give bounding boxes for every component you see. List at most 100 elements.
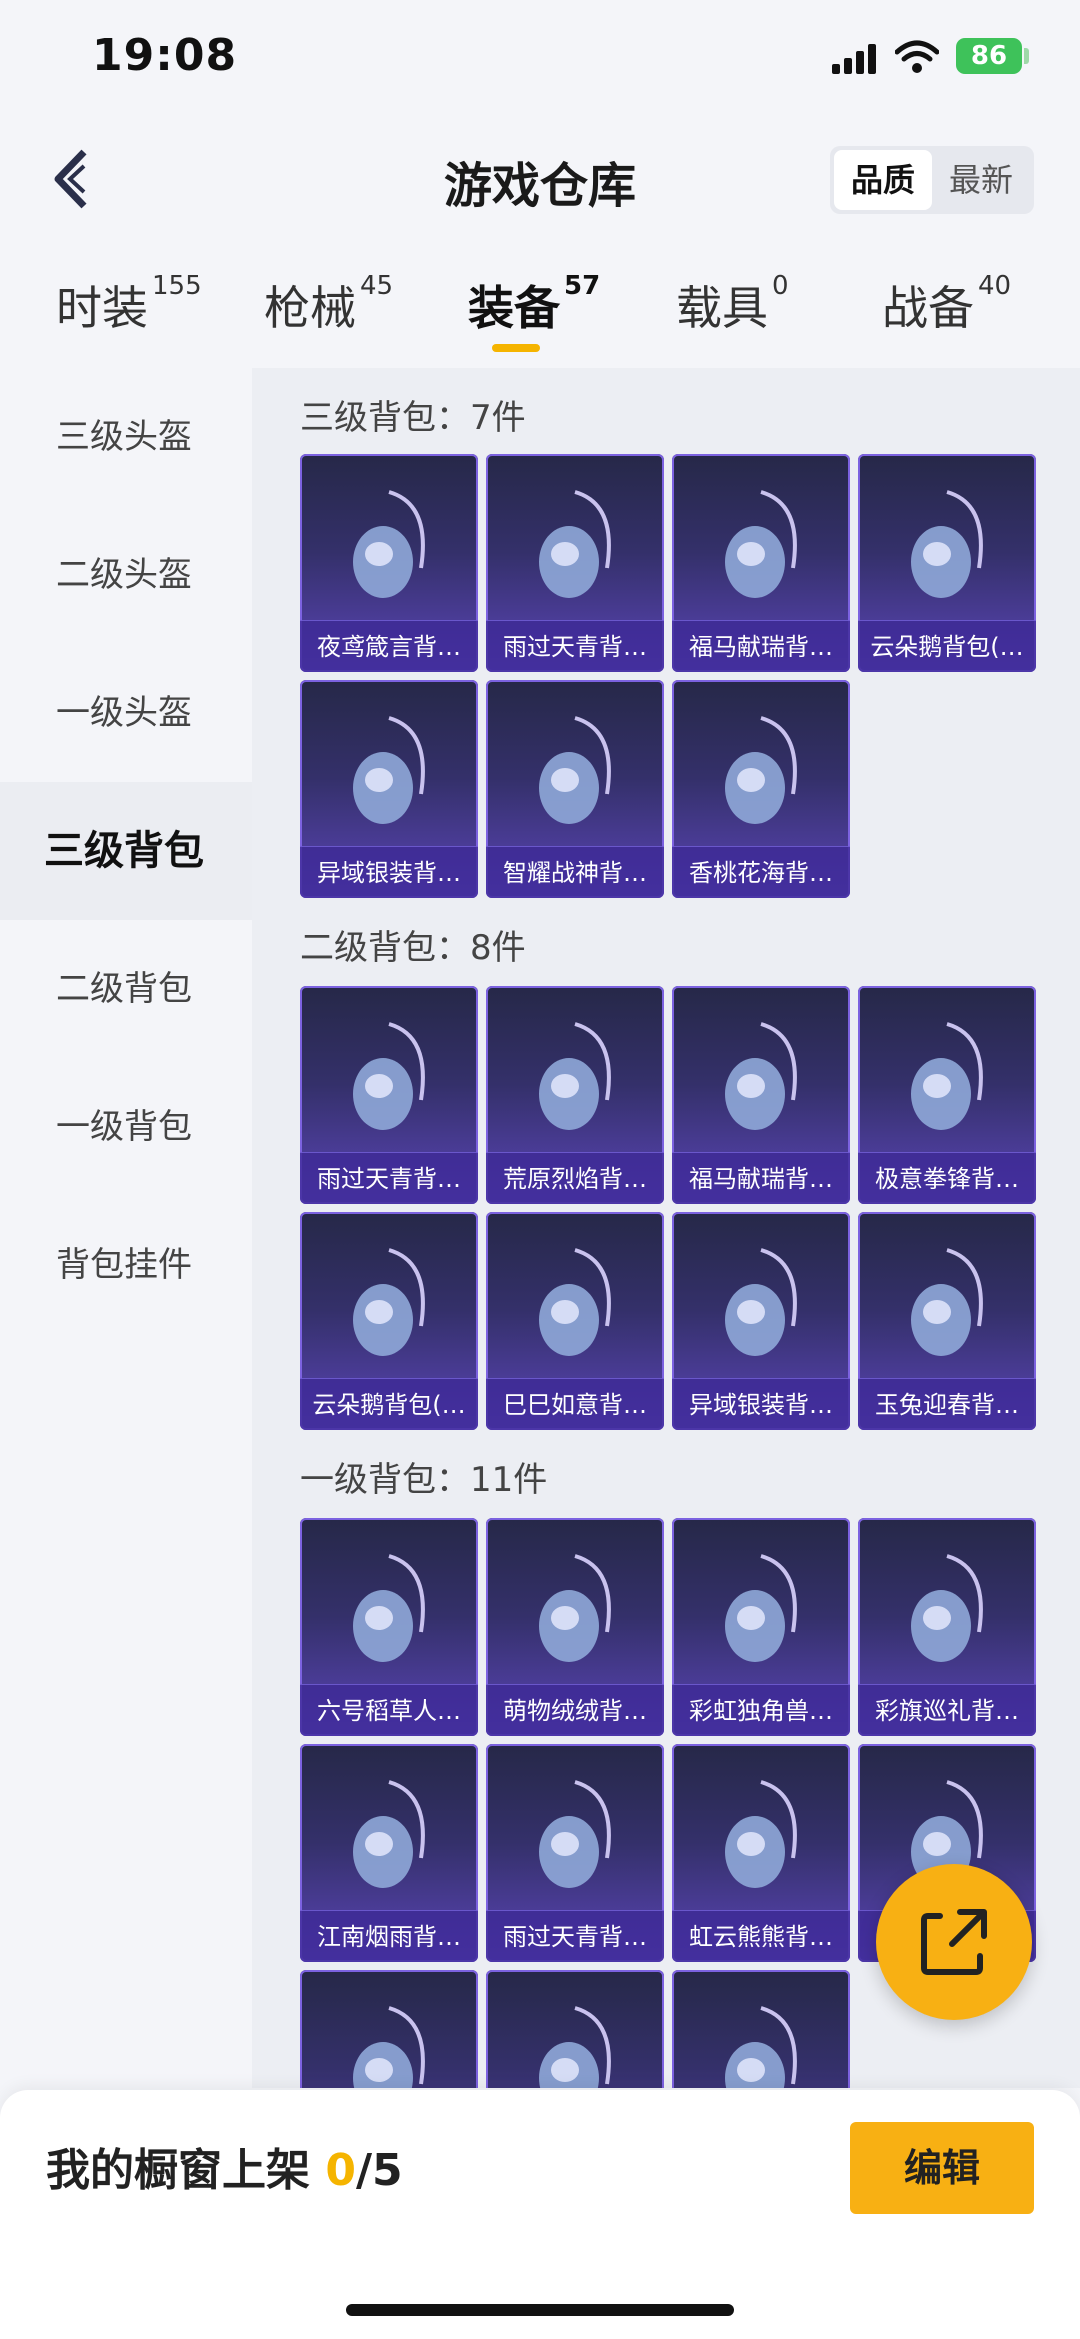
backpack-icon xyxy=(711,1016,811,1146)
tab-count: 40 xyxy=(978,270,1012,301)
backpack-icon xyxy=(339,2000,439,2088)
tab-gear[interactable]: 战备 40 xyxy=(882,270,1012,352)
backpack-icon xyxy=(525,484,625,614)
backpack-icon xyxy=(525,1242,625,1372)
backpack-icon xyxy=(897,1548,997,1678)
item-card[interactable]: 巳巳如意背… xyxy=(486,1212,664,1430)
item-card[interactable]: 彩旗巡礼背… xyxy=(858,1518,1036,1736)
tab-count: 45 xyxy=(360,270,394,301)
item-name: 彩旗巡礼背… xyxy=(858,1684,1036,1736)
tab-vehicles[interactable]: 载具 0 xyxy=(676,270,789,352)
bottom-bar: 我的橱窗上架 0/5 编辑 xyxy=(0,2090,1080,2339)
item-card[interactable]: 雨过天青背… xyxy=(300,986,478,1204)
backpack-icon xyxy=(339,710,439,840)
item-name: 福马献瑞背… xyxy=(672,620,850,672)
item-card[interactable] xyxy=(672,1970,850,2088)
item-name: 福马献瑞背… xyxy=(672,1152,850,1204)
tab-equipment[interactable]: 装备 57 xyxy=(468,270,601,352)
backpack-icon xyxy=(711,2000,811,2088)
backpack-icon xyxy=(711,484,811,614)
status-time: 19:08 xyxy=(92,30,238,81)
backpack-icon xyxy=(897,1016,997,1146)
item-name: 荒原烈焰背… xyxy=(486,1152,664,1204)
shelf-prefix: 我的橱窗上架 xyxy=(46,2145,326,2196)
backpack-icon xyxy=(339,1242,439,1372)
sidebar-item-level2-helmet[interactable]: 二级头盔 xyxy=(0,506,252,644)
item-card[interactable]: 玉兔迎春背… xyxy=(858,1212,1036,1430)
tab-label: 时装 xyxy=(56,281,148,335)
item-name: 雨过天青背… xyxy=(486,620,664,672)
backpack-icon xyxy=(525,710,625,840)
sidebar-item-level2-backpack[interactable]: 二级背包 xyxy=(0,920,252,1058)
tab-label: 战备 xyxy=(882,281,974,335)
item-card[interactable]: 异域银装背… xyxy=(672,1212,850,1430)
item-card[interactable]: 智耀战神背… xyxy=(486,680,664,898)
item-card[interactable]: 虹云熊熊背… xyxy=(672,1744,850,1962)
home-indicator xyxy=(346,2304,734,2316)
item-name: 江南烟雨背… xyxy=(300,1910,478,1962)
sort-newest-option[interactable]: 最新 xyxy=(932,150,1030,210)
item-card[interactable]: 云朵鹅背包(… xyxy=(300,1212,478,1430)
sort-toggle: 品质 最新 xyxy=(830,146,1034,214)
item-name: 六号稻草人… xyxy=(300,1684,478,1736)
backpack-icon xyxy=(525,1016,625,1146)
item-card[interactable]: 六号稻草人… xyxy=(300,1518,478,1736)
tab-count: 0 xyxy=(772,270,789,301)
item-name: 云朵鹅背包(… xyxy=(858,620,1036,672)
item-card[interactable] xyxy=(300,1970,478,2088)
item-name: 极意拳锋背… xyxy=(858,1152,1036,1204)
backpack-icon xyxy=(711,1242,811,1372)
header: 游戏仓库 品质 最新 xyxy=(0,120,1080,240)
edit-button[interactable]: 编辑 xyxy=(850,2122,1034,2214)
item-name: 异域银装背… xyxy=(672,1378,850,1430)
tab-count: 57 xyxy=(564,270,601,301)
backpack-icon xyxy=(897,484,997,614)
item-card[interactable]: 福马献瑞背… xyxy=(672,454,850,672)
item-card[interactable]: 彩虹独角兽… xyxy=(672,1518,850,1736)
item-card[interactable]: 异域银装背… xyxy=(300,680,478,898)
section-title-level1-backpack: 一级背包：11件 xyxy=(300,1460,548,1500)
item-card[interactable]: 荒原烈焰背… xyxy=(486,986,664,1204)
item-card[interactable]: 云朵鹅背包(… xyxy=(858,454,1036,672)
backpack-icon xyxy=(339,1016,439,1146)
sidebar-item-level1-helmet[interactable]: 一级头盔 xyxy=(0,644,252,782)
sort-quality-option[interactable]: 品质 xyxy=(834,150,932,210)
sidebar-item-level3-helmet[interactable]: 三级头盔 xyxy=(0,368,252,506)
shelf-current-count: 0 xyxy=(325,2145,356,2196)
item-name: 萌物绒绒背… xyxy=(486,1684,664,1736)
share-button[interactable] xyxy=(876,1864,1032,2020)
item-name: 虹云熊熊背… xyxy=(672,1910,850,1962)
section-title-level2-backpack: 二级背包：8件 xyxy=(300,928,526,968)
wifi-icon xyxy=(895,40,939,73)
item-card[interactable]: 雨过天青背… xyxy=(486,454,664,672)
item-card[interactable]: 萌物绒绒背… xyxy=(486,1518,664,1736)
tab-fashion[interactable]: 时装 155 xyxy=(56,270,202,352)
sidebar-item-level1-backpack[interactable]: 一级背包 xyxy=(0,1058,252,1196)
tab-label: 装备 xyxy=(468,281,560,335)
item-name: 巳巳如意背… xyxy=(486,1378,664,1430)
item-card[interactable]: 福马献瑞背… xyxy=(672,986,850,1204)
item-card[interactable]: 香桃花海背… xyxy=(672,680,850,898)
share-external-icon xyxy=(921,1909,987,1975)
showcase-shelf-status: 我的橱窗上架 0/5 xyxy=(46,2134,403,2198)
tab-weapons[interactable]: 枪械 45 xyxy=(264,270,394,352)
tab-label: 载具 xyxy=(676,281,768,335)
sidebar-item-backpack-charm[interactable]: 背包挂件 xyxy=(0,1196,252,1334)
item-card[interactable]: 极意拳锋背… xyxy=(858,986,1036,1204)
backpack-icon xyxy=(525,1548,625,1678)
battery-tip xyxy=(1024,48,1029,64)
item-card[interactable]: 江南烟雨背… xyxy=(300,1744,478,1962)
item-card[interactable]: 夜鸢箴言背… xyxy=(300,454,478,672)
shelf-total: /5 xyxy=(355,2145,403,2196)
item-name: 夜鸢箴言背… xyxy=(300,620,478,672)
item-name: 雨过天青背… xyxy=(486,1910,664,1962)
sidebar-item-level3-backpack[interactable]: 三级背包 xyxy=(0,782,252,920)
backpack-icon xyxy=(525,2000,625,2088)
item-card[interactable] xyxy=(486,1970,664,2088)
item-name: 异域银装背… xyxy=(300,846,478,898)
item-list[interactable]: 三级背包：7件 夜鸢箴言背… 雨过天青背… 福马献瑞背… 云朵鹅背包(… 异域银… xyxy=(252,368,1080,2088)
active-tab-indicator xyxy=(492,344,540,352)
item-card[interactable]: 雨过天青背… xyxy=(486,1744,664,1962)
backpack-icon xyxy=(339,484,439,614)
tab-count: 155 xyxy=(152,270,202,301)
